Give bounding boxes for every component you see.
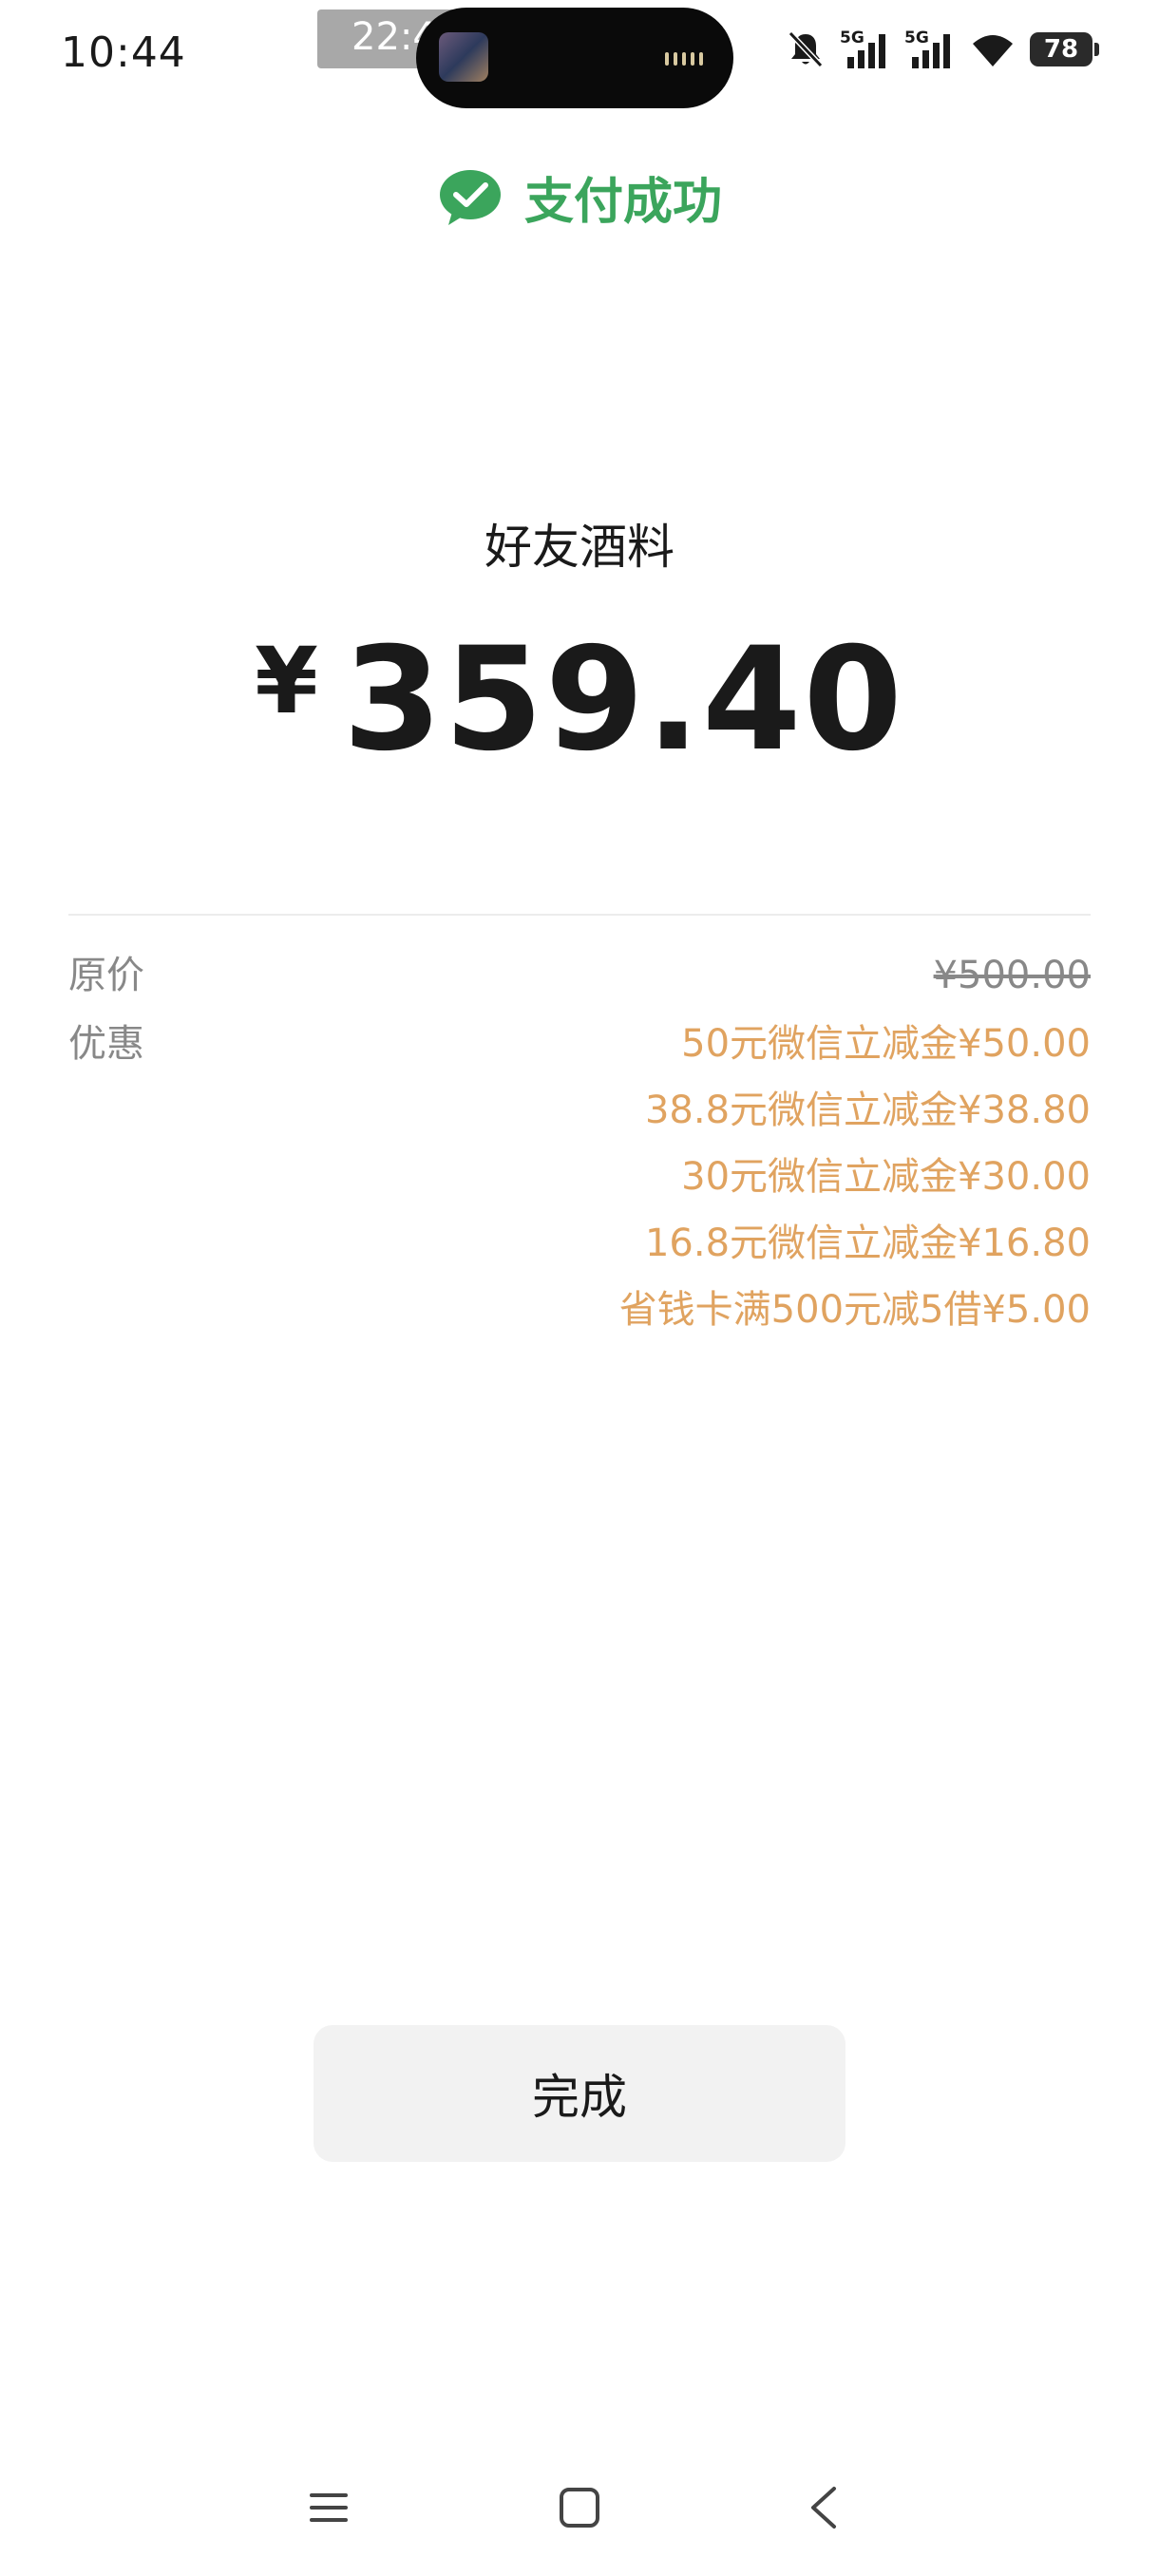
menu-icon[interactable] (291, 2470, 367, 2546)
signal-2-icon: 5G (904, 28, 956, 70)
wechat-pay-icon (439, 169, 501, 225)
payment-amount: ¥359.40 (0, 617, 1159, 783)
wifi-icon (973, 35, 1013, 66)
battery-icon: 78 (1030, 32, 1099, 66)
status-time: 10:44 (61, 28, 186, 77)
status-icons: 5G 5G 78 (785, 28, 1099, 70)
status-bar: 10:44 22:44:11 5G 5G (0, 0, 1159, 114)
discount-list: 50元微信立减金¥50.00 38.8元微信立减金¥38.80 30元微信立减金… (619, 1018, 1091, 1351)
discount-item: 38.8元微信立减金¥38.80 (644, 1089, 1091, 1132)
payment-success-title: 支付成功 (523, 174, 722, 231)
discount-item: 省钱卡满500元减5借¥5.00 (618, 1288, 1091, 1332)
audio-wave-icon (665, 52, 703, 66)
discount-item: 16.8元微信立减金¥16.80 (644, 1222, 1091, 1265)
amount-value: 359.40 (342, 617, 904, 783)
done-button[interactable]: 完成 (314, 2025, 846, 2162)
signal-1-icon: 5G (840, 28, 891, 70)
divider (68, 914, 1091, 916)
original-price-value: ¥500.00 (933, 954, 1091, 997)
discount-row: 优惠 50元微信立减金¥50.00 38.8元微信立减金¥38.80 30元微信… (68, 1018, 1091, 1351)
payment-success-header: 支付成功 (0, 161, 1159, 233)
original-price-row: 原价 ¥500.00 (68, 950, 1091, 1001)
media-thumbnail (439, 32, 488, 82)
discount-item: 50元微信立减金¥50.00 (681, 1022, 1091, 1066)
payment-details: 原价 ¥500.00 优惠 50元微信立减金¥50.00 38.8元微信立减金¥… (68, 950, 1091, 1368)
dynamic-island[interactable] (416, 8, 733, 108)
back-icon[interactable] (785, 2470, 861, 2546)
discount-item: 30元微信立减金¥30.00 (681, 1155, 1091, 1199)
currency-symbol: ¥ (255, 628, 318, 734)
navigation-bar (0, 2470, 1159, 2546)
home-icon[interactable] (542, 2470, 618, 2546)
merchant-name: 好友酒料 (484, 520, 674, 575)
original-price-label: 原价 (68, 954, 144, 997)
discount-label: 优惠 (68, 1022, 144, 1066)
bell-muted-icon (788, 30, 824, 68)
